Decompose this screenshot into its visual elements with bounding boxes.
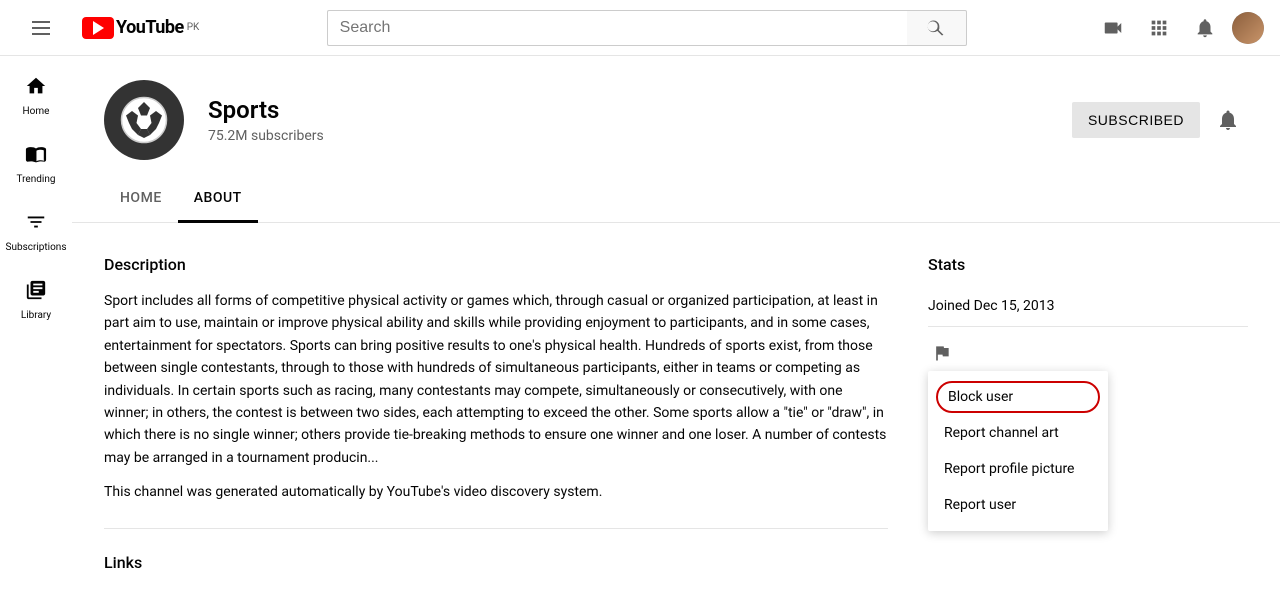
- sidebar-item-library[interactable]: Library: [4, 268, 68, 332]
- channel-subscribers: 75.2M subscribers: [208, 128, 1048, 144]
- joined-stat: Joined Dec 15, 2013: [928, 286, 1248, 327]
- links-title: Links: [104, 553, 888, 572]
- youtube-logo-icon: [82, 17, 114, 39]
- flag-icon: [932, 343, 952, 363]
- stats-title: Stats: [928, 255, 1248, 274]
- sidebar-item-library-label: Library: [21, 310, 51, 321]
- video-camera-icon: [1102, 17, 1124, 39]
- main-content: Sports 75.2M subscribers SUBSCRIBED HOME…: [72, 56, 1280, 612]
- channel-tabs: HOME ABOUT: [72, 176, 1280, 223]
- tab-home[interactable]: HOME: [104, 176, 178, 223]
- description-text-auto: This channel was generated automatically…: [104, 481, 888, 503]
- subscribed-button[interactable]: SUBSCRIBED: [1072, 102, 1200, 138]
- search-form: [327, 10, 967, 46]
- hamburger-button[interactable]: [16, 5, 66, 51]
- channel-info: Sports 75.2M subscribers: [208, 96, 1048, 144]
- bell-outline-icon: [1216, 108, 1240, 132]
- sidebar-item-subscriptions-label: Subscriptions: [6, 242, 67, 253]
- library-icon: [25, 279, 47, 306]
- create-video-button[interactable]: [1094, 9, 1132, 47]
- avatar[interactable]: [1232, 12, 1264, 44]
- sidebar-item-home-label: Home: [23, 106, 50, 117]
- sidebar: Home Trending Subscriptions Library: [0, 56, 72, 608]
- soccer-ball-icon: [120, 96, 168, 144]
- stats-sidebar: Stats Joined Dec 15, 2013 Block user Rep…: [928, 255, 1248, 580]
- tab-about[interactable]: ABOUT: [178, 176, 258, 223]
- channel-avatar: [104, 80, 184, 160]
- notifications-button[interactable]: [1186, 9, 1224, 47]
- divider: [104, 528, 888, 529]
- sidebar-item-subscriptions[interactable]: Subscriptions: [4, 200, 68, 264]
- channel-actions: SUBSCRIBED: [1072, 100, 1248, 140]
- avatar-image: [1232, 12, 1264, 44]
- youtube-logo[interactable]: YouTubePK: [82, 17, 199, 39]
- notification-bell-button[interactable]: [1208, 100, 1248, 140]
- sidebar-item-trending-label: Trending: [17, 174, 56, 185]
- flag-button[interactable]: [928, 339, 956, 367]
- hamburger-icon: [24, 13, 58, 43]
- dropdown-item-block-user[interactable]: Block user: [936, 381, 1100, 413]
- dropdown-item-report-channel-art[interactable]: Report channel art: [928, 415, 1108, 451]
- logo-country: PK: [187, 22, 200, 33]
- dropdown-menu: Block user Report channel art Report pro…: [928, 371, 1108, 531]
- channel-main: Description Sport includes all forms of …: [104, 255, 888, 580]
- trending-icon: [25, 143, 47, 170]
- navbar: YouTubePK: [0, 0, 1280, 56]
- search-button[interactable]: [907, 10, 967, 46]
- channel-name: Sports: [208, 96, 1048, 124]
- description-title: Description: [104, 255, 888, 274]
- logo-text: YouTube: [116, 17, 184, 38]
- flag-area: Block user Report channel art Report pro…: [928, 327, 1248, 379]
- channel-header: Sports 75.2M subscribers SUBSCRIBED: [72, 56, 1280, 160]
- bell-icon: [1194, 17, 1216, 39]
- dropdown-item-report-profile-picture[interactable]: Report profile picture: [928, 451, 1108, 487]
- sidebar-item-home[interactable]: Home: [4, 64, 68, 128]
- home-icon: [25, 75, 47, 102]
- search-input[interactable]: [327, 10, 907, 46]
- sidebar-item-trending[interactable]: Trending: [4, 132, 68, 196]
- channel-body: Description Sport includes all forms of …: [72, 223, 1280, 612]
- subscriptions-icon: [25, 211, 47, 238]
- dropdown-item-report-user[interactable]: Report user: [928, 487, 1108, 523]
- apps-grid-icon: [1148, 17, 1170, 39]
- apps-button[interactable]: [1140, 9, 1178, 47]
- description-text-main: Sport includes all forms of competitive …: [104, 290, 888, 469]
- stats-section: Stats Joined Dec 15, 2013: [928, 255, 1248, 327]
- search-icon: [926, 18, 946, 38]
